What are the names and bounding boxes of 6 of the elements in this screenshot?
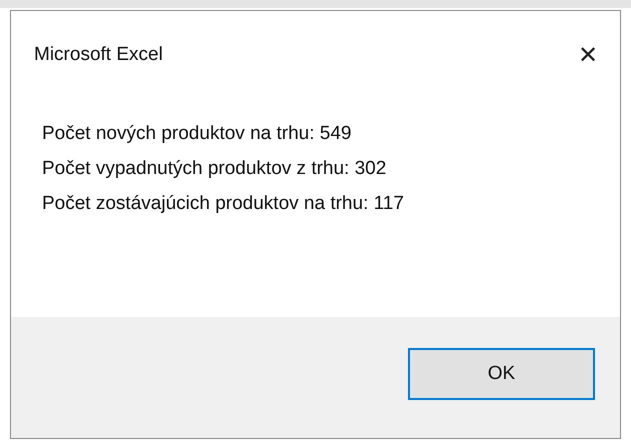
close-button[interactable]: ✕ xyxy=(566,41,610,69)
window-title: Microsoft Excel xyxy=(34,44,163,66)
ok-button[interactable]: OK xyxy=(408,348,595,400)
message-line: Počet vypadnutých produktov z trhu: 302 xyxy=(42,157,388,181)
message-line: Počet nových produktov na trhu: 549 xyxy=(42,122,352,146)
message-line: Počet zostávajúcich produktov na trhu: 117 xyxy=(42,192,405,216)
